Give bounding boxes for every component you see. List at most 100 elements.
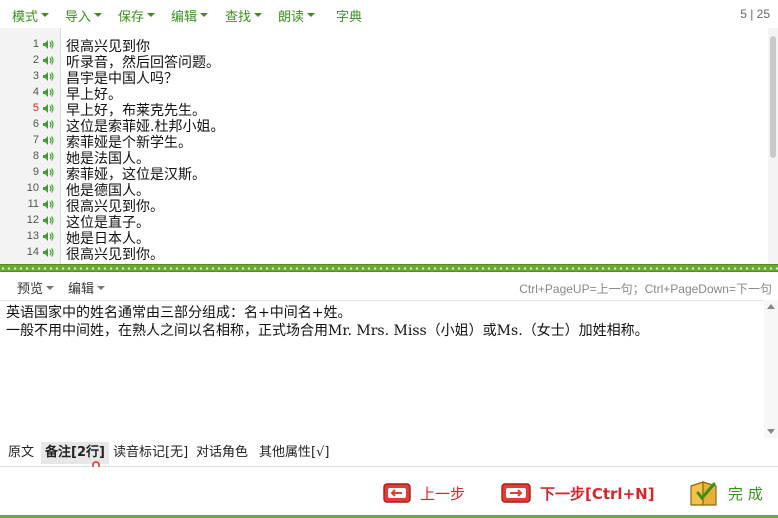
next-step-label: 下一步[Ctrl+N] [540, 484, 655, 503]
tab-original-text[interactable]: 原文 [4, 442, 38, 464]
back-arrow-icon [383, 483, 411, 503]
page-indicator: 5 | 25 [740, 7, 770, 21]
sentence-editor[interactable]: 1 2 3 4 5 6 7 8 9 10 11 12 13 14 很高兴见到你 听录音，然后回答问题。 昌宇是… [0, 28, 778, 264]
speaker-icon[interactable] [42, 183, 54, 194]
menu-save[interactable]: 保存 [118, 6, 156, 25]
sentence-line[interactable]: 这位是索菲娅.杜邦小姐。 [66, 119, 224, 135]
edit-menu[interactable]: 编辑 [68, 278, 106, 297]
line-number: 11 [27, 198, 39, 210]
line-number: 14 [26, 246, 39, 258]
sentence-line[interactable]: 索菲娅，这位是汉斯。 [66, 167, 206, 183]
speaker-icon[interactable] [42, 215, 54, 226]
speaker-icon[interactable] [42, 87, 54, 98]
speaker-icon[interactable] [42, 247, 54, 258]
menu-label: 模式 [12, 9, 39, 25]
line-number-row[interactable]: 14 [0, 244, 60, 260]
line-number-row[interactable]: 3 [0, 68, 60, 84]
line-number-row[interactable]: 1 [0, 36, 60, 52]
menu-import[interactable]: 导入 [65, 6, 103, 25]
scroll-down-icon[interactable] [767, 429, 775, 434]
line-number-row[interactable]: 13 [0, 228, 60, 244]
sentence-line[interactable]: 索菲娅是个新学生。 [66, 135, 192, 151]
prev-step-label: 上一步 [420, 484, 466, 503]
editor-scrollbar[interactable] [768, 28, 778, 264]
sentence-line[interactable]: 早上好。 [66, 87, 122, 103]
line-number-row[interactable]: 11 [0, 196, 60, 212]
chevron-down-icon [147, 13, 156, 17]
speaker-icon[interactable] [42, 199, 54, 210]
preview-label: 预览 [17, 282, 44, 297]
line-number: 10 [26, 182, 39, 194]
line-number-row[interactable]: 9 [0, 164, 60, 180]
finish-button[interactable]: 完 成 [688, 479, 763, 507]
notes-toolbar: 预览 编辑 Ctrl+PageUP=上一句；Ctrl+PageDown=下一句 [0, 272, 778, 301]
line-number: 6 [32, 118, 39, 130]
speaker-icon[interactable] [42, 167, 54, 178]
notes-line-2: 一般不用中间姓，在熟人之间以名相称，正式场合用Mr. Mrs. Miss（小姐）… [6, 323, 649, 339]
line-number: 7 [32, 134, 39, 146]
sentence-line[interactable]: 她是日本人。 [66, 231, 150, 247]
menu-label: 编辑 [171, 9, 198, 25]
line-number: 2 [32, 54, 39, 66]
notes-scrollbar[interactable] [764, 300, 778, 438]
line-number-row[interactable]: 4 [0, 84, 60, 100]
menu-bar: 模式 导入 保存 编辑 查找 朗读 字典 5 | 25 [0, 0, 778, 29]
chevron-down-icon [46, 285, 55, 290]
menu-dictionary[interactable]: 字典 [336, 6, 363, 25]
speaker-icon[interactable] [42, 71, 54, 82]
line-number-row[interactable]: 6 [0, 116, 60, 132]
line-gutter: 1 2 3 4 5 6 7 8 9 10 11 12 13 14 [0, 28, 61, 264]
line-number-row[interactable]: 12 [0, 212, 60, 228]
line-number-row[interactable]: 10 [0, 180, 60, 196]
sentence-line[interactable]: 这位是直子。 [66, 215, 150, 231]
sentence-line[interactable]: 他是德国人。 [66, 183, 150, 199]
next-step-button[interactable]: 下一步[Ctrl+N] [500, 479, 655, 507]
sentence-line[interactable]: 听录音，然后回答问题。 [66, 55, 220, 71]
line-number: 9 [32, 166, 39, 178]
speaker-icon[interactable] [42, 55, 54, 66]
prev-step-button[interactable]: 上一步 [382, 479, 465, 507]
sentence-line[interactable]: 很高兴见到你 [66, 39, 150, 55]
line-number-row[interactable]: 5 [0, 100, 60, 116]
sentence-line[interactable]: 很高兴见到你。 [66, 247, 164, 263]
forward-arrow-icon [501, 483, 531, 503]
sentence-line[interactable]: 早上好，布莱克先生。 [66, 103, 206, 119]
menu-label: 保存 [118, 9, 145, 25]
pane-splitter[interactable] [0, 264, 778, 272]
line-number-row[interactable]: 8 [0, 148, 60, 164]
speaker-icon[interactable] [42, 103, 54, 114]
chevron-down-icon [41, 13, 50, 17]
scrollbar-thumb[interactable] [770, 36, 776, 158]
scroll-up-icon[interactable] [767, 304, 775, 309]
menu-edit[interactable]: 编辑 [171, 6, 209, 25]
line-number: 8 [32, 150, 39, 162]
speaker-icon[interactable] [42, 151, 54, 162]
menu-find[interactable]: 查找 [225, 6, 263, 25]
line-number: 13 [26, 230, 39, 242]
tab-pronunciation[interactable]: 读音标记[无] [109, 442, 192, 464]
line-number-row[interactable]: 2 [0, 52, 60, 68]
line-number-row[interactable]: 7 [0, 132, 60, 148]
sentence-line[interactable]: 很高兴见到你。 [66, 199, 164, 215]
preview-menu[interactable]: 预览 [17, 278, 55, 297]
speaker-icon[interactable] [42, 39, 54, 50]
notes-line-1: 英语国家中的姓名通常由三部分组成：名+中间名+姓。 [6, 305, 352, 321]
menu-label: 查找 [225, 9, 252, 25]
sentence-line[interactable]: 昌宇是中国人吗？ [66, 71, 178, 87]
tab-other-properties[interactable]: 其他属性[√] [255, 442, 333, 464]
speaker-icon[interactable] [42, 135, 54, 146]
menu-label: 朗读 [278, 9, 305, 25]
chevron-down-icon [307, 13, 316, 17]
line-number: 12 [26, 214, 39, 226]
menu-label: 字典 [336, 9, 363, 25]
tab-dialogue-roles[interactable]: 对话角色 [192, 442, 252, 464]
menu-mode[interactable]: 模式 [12, 6, 50, 25]
finish-label: 完 成 [728, 484, 763, 503]
speaker-icon[interactable] [42, 119, 54, 130]
menu-read-aloud[interactable]: 朗读 [278, 6, 316, 25]
sentence-line[interactable]: 她是法国人。 [66, 151, 150, 167]
footer-bar: 上一步 下一步[Ctrl+N] 完 成 [0, 467, 778, 518]
notes-textarea[interactable]: 英语国家中的姓名通常由三部分组成：名+中间名+姓。 一般不用中间姓，在熟人之间以… [0, 300, 764, 438]
line-number: 1 [32, 38, 39, 50]
speaker-icon[interactable] [42, 231, 54, 242]
